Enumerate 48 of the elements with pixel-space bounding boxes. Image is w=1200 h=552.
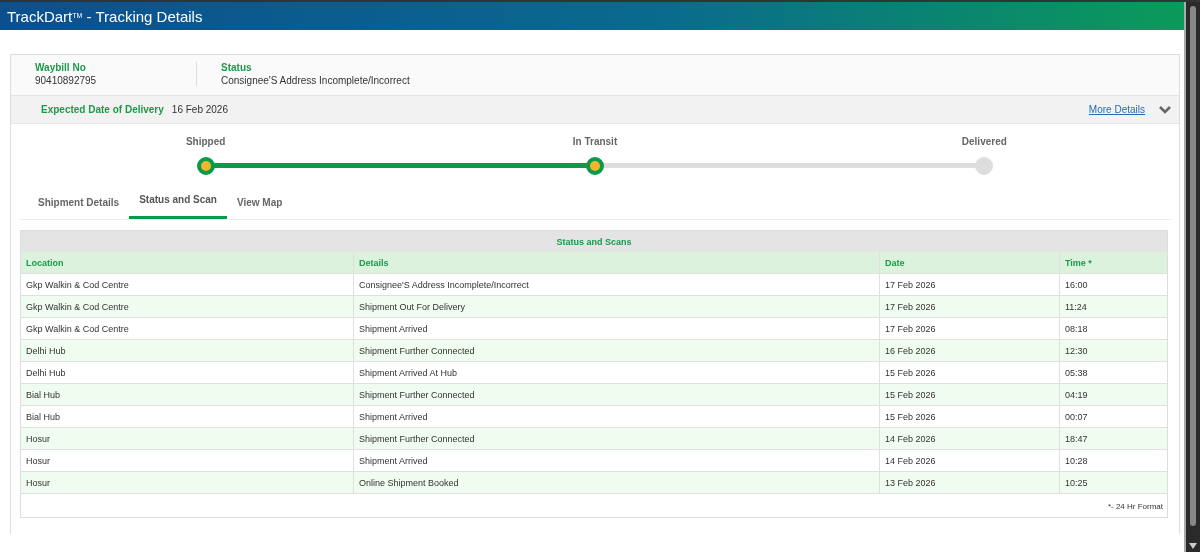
tab[interactable]: Status and Scan	[129, 188, 227, 219]
table-cell: 18:47	[1059, 428, 1167, 449]
table-cell: 16 Feb 2026	[879, 340, 1059, 361]
more-details-link[interactable]: More Details	[1088, 104, 1145, 115]
column-header: Details	[353, 252, 879, 273]
scroll-down-icon[interactable]	[1189, 543, 1197, 549]
field-label: Status	[221, 62, 253, 73]
table-cell-text: Delhi Hub	[25, 345, 67, 358]
footnote: *- 24 Hr Format	[1107, 502, 1163, 511]
step-label: In Transit	[572, 136, 618, 147]
scrollbar[interactable]	[1184, 2, 1200, 552]
table-cell: Shipment Further Connected	[353, 340, 879, 361]
chevron-icon[interactable]	[1159, 104, 1171, 115]
table-cell: 13 Feb 2026	[879, 472, 1059, 493]
table-cell: 14 Feb 2026	[879, 428, 1059, 449]
table-cell-text: Hosur	[25, 477, 51, 490]
tab[interactable]: View Map	[226, 188, 293, 219]
table-cell-text: Gkp Walkin & Cod Centre	[25, 323, 130, 336]
table-cell: 10:25	[1059, 472, 1167, 493]
tab[interactable]: Shipment Details	[28, 188, 130, 219]
field-label: Waybill No	[35, 62, 87, 73]
table-cell-text: Bial Hub	[25, 411, 62, 424]
delivery-date: 16 Feb 2026	[171, 104, 228, 115]
table-cell: 15 Feb 2026	[879, 384, 1059, 405]
table-cell: Shipment Further Connected	[353, 428, 879, 449]
waybill-number: 90410892795	[35, 75, 98, 86]
table-cell: Online Shipment Booked	[353, 472, 879, 493]
table-cell: 12:30	[1059, 340, 1167, 361]
table-cell: 04:19	[1059, 384, 1167, 405]
table-cell-text: Gkp Walkin & Cod Centre	[25, 279, 130, 292]
table-cell: 17 Feb 2026	[879, 296, 1059, 317]
window-title: TrackDart$^{TM}$ - Tracking Details	[7, 7, 203, 25]
table-cell: Shipment Out For Delivery	[353, 296, 879, 317]
column-header: Location	[25, 257, 65, 270]
status-value: Consignee'S Address Incomplete/Incorrect	[221, 75, 410, 86]
table-cell-text: Hosur	[25, 433, 51, 446]
table-cell: 11:24	[1059, 296, 1167, 317]
column-header: Date	[879, 252, 1059, 273]
table-cell-text: Hosur	[25, 455, 51, 468]
step-label: Delivered	[961, 136, 1007, 147]
table-cell: Shipment Further Connected	[353, 384, 879, 405]
table-title: Status and Scans	[21, 231, 1167, 252]
table-cell-text: Bial Hub	[25, 389, 62, 402]
delivery-label: Expected Date of Delivery	[41, 104, 164, 115]
table-cell-text: Delhi Hub	[25, 367, 67, 380]
column-header: Time *	[1059, 252, 1167, 273]
table-cell-text: Gkp Walkin & Cod Centre	[25, 301, 130, 314]
step-label: Shipped	[185, 136, 226, 147]
